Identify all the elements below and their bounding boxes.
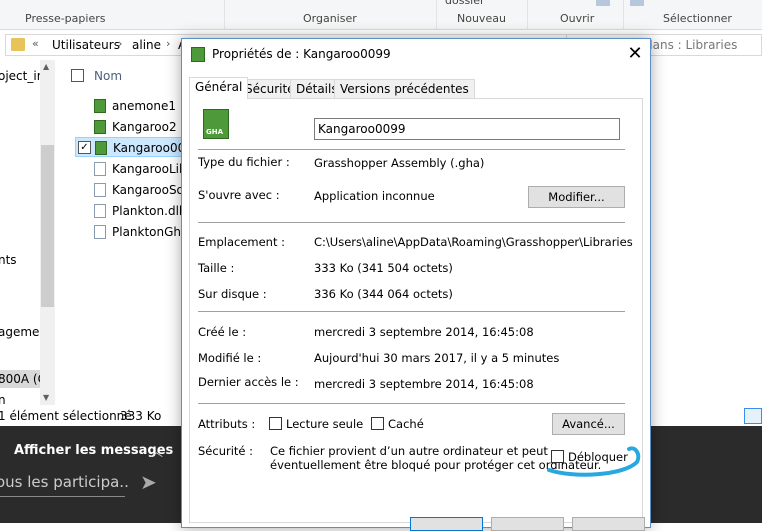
ok-button[interactable] [410, 517, 483, 531]
details-view-icon[interactable] [744, 408, 762, 424]
open-icon[interactable] [596, 0, 610, 6]
column-header-name[interactable]: Nom [94, 69, 122, 83]
nav-item[interactable]: nts [0, 253, 17, 267]
accessed-value: mercredi 3 septembre 2014, 16:45:08 [314, 377, 534, 391]
dialog-titlebar[interactable]: Propriétés de : Kangaroo0099 ✕ [182, 39, 650, 69]
ribbon-group-organize: Organiser [303, 12, 357, 25]
nav-item[interactable]: n [0, 393, 6, 407]
list-item[interactable]: anemone1 [92, 96, 192, 116]
ribbon-group-select: Sélectionner [663, 12, 732, 25]
scroll-down-icon[interactable]: ▼ [43, 393, 49, 402]
location-label: Emplacement : [198, 235, 286, 249]
dll-icon [94, 225, 106, 239]
input-underline [0, 496, 125, 497]
attributes-label: Attributs : [198, 417, 256, 431]
scrollbar-thumb[interactable] [41, 145, 54, 307]
created-label: Créé le : [198, 325, 247, 339]
status-size: 333 Ko [120, 409, 162, 423]
file-name: Plankton.dll [112, 204, 183, 218]
opens-with-label: S'ouvre avec : [198, 188, 280, 202]
readonly-checkbox[interactable] [269, 417, 282, 430]
modified-label: Modifié le : [198, 351, 262, 365]
file-name: KangarooLib [112, 162, 187, 176]
gha-file-icon: GHA [203, 109, 229, 139]
list-item-selected[interactable]: ✓ Kangaroo0099 [75, 137, 195, 157]
ribbon: dossier Presse-papiers Organiser Nouveau… [0, 0, 762, 30]
chevron-up-icon[interactable]: ︿ [150, 441, 163, 460]
gha-file-icon [191, 47, 205, 62]
file-name: Kangaroo2 [112, 120, 177, 134]
ribbon-partial-label: dossier [445, 0, 485, 7]
breadcrumb-separator-icon: › [166, 37, 171, 50]
dll-icon [94, 183, 106, 197]
folder-icon [11, 38, 25, 51]
annotation-scribble [547, 446, 641, 477]
dialog-title: Propriétés de : Kangaroo0099 [212, 47, 391, 61]
tab-general[interactable]: Général [189, 77, 249, 99]
hidden-checkbox[interactable] [371, 417, 384, 430]
chat-input[interactable]: ous les participa.. [0, 473, 129, 491]
security-text-line1: Ce fichier provient d’un autre ordinateu… [270, 444, 548, 458]
ribbon-group-new: Nouveau [457, 12, 506, 25]
checkmark-icon[interactable]: ✓ [78, 141, 91, 154]
dll-icon [94, 162, 106, 176]
ribbon-group-open: Ouvrir [560, 12, 595, 25]
nav-scrollbar[interactable]: ▲ ▼ [40, 60, 55, 405]
list-item[interactable]: Kangaroo2 [92, 117, 192, 137]
close-icon[interactable]: ✕ [622, 43, 648, 64]
filename-input[interactable]: Kangaroo0099 [314, 118, 620, 140]
ribbon-group-clipboard: Presse-papiers [25, 12, 106, 25]
scroll-up-icon[interactable]: ▲ [43, 62, 49, 71]
size-label: Taille : [198, 261, 235, 275]
advanced-button[interactable]: Avancé... [552, 413, 625, 435]
file-list: Nom anemone1 Kangaroo2 ✓ Kangaroo0099 Ka… [60, 60, 195, 405]
status-selection: 1 élément sélectionné [0, 409, 132, 423]
file-name: KangarooSol [112, 183, 188, 197]
type-label: Type du fichier : [198, 155, 290, 169]
type-value: Grasshopper Assembly (.gha) [314, 156, 485, 170]
disk-size-label: Sur disque : [198, 287, 267, 301]
dll-icon [94, 204, 106, 218]
modify-button[interactable]: Modifier... [528, 186, 625, 208]
list-item[interactable]: KangarooLib [92, 159, 192, 179]
disk-size-value: 336 Ko (344 064 octets) [314, 287, 453, 301]
accessed-label: Dernier accès le : [198, 375, 299, 389]
hidden-label[interactable]: Caché [388, 417, 424, 431]
readonly-label[interactable]: Lecture seule [286, 417, 363, 431]
security-label: Sécurité : [198, 444, 254, 458]
size-value: 333 Ko (341 504 octets) [314, 261, 453, 275]
file-name: PlanktonGh.d [112, 225, 192, 239]
tab-previous-versions[interactable]: Versions précédentes [334, 79, 475, 98]
created-value: mercredi 3 septembre 2014, 16:45:08 [314, 325, 534, 339]
overflow-chevron[interactable]: « [32, 37, 39, 50]
select-all-checkbox[interactable] [71, 69, 84, 82]
list-item[interactable]: KangarooSol [92, 180, 192, 200]
file-name: anemone1 [112, 99, 176, 113]
breadcrumb-users[interactable]: Utilisateurs [52, 38, 120, 52]
gha-icon [94, 99, 106, 113]
breadcrumb-separator-icon: › [118, 37, 123, 50]
breadcrumb-aline[interactable]: aline [132, 38, 161, 52]
list-item[interactable]: Plankton.dll [92, 201, 192, 221]
modified-value: Aujourd'hui 30 mars 2017, il y a 5 minut… [314, 351, 560, 365]
apply-button[interactable] [572, 517, 645, 531]
location-value: C:\Users\aline\AppData\Roaming\Grasshopp… [314, 235, 633, 249]
send-icon[interactable]: ➤ [140, 470, 157, 494]
cancel-button[interactable] [491, 517, 564, 531]
opens-with-value: Application inconnue [314, 189, 435, 203]
gha-icon [95, 141, 107, 155]
gha-icon [94, 120, 106, 134]
select-icon[interactable] [630, 0, 644, 6]
list-item[interactable]: PlanktonGh.d [92, 222, 192, 242]
